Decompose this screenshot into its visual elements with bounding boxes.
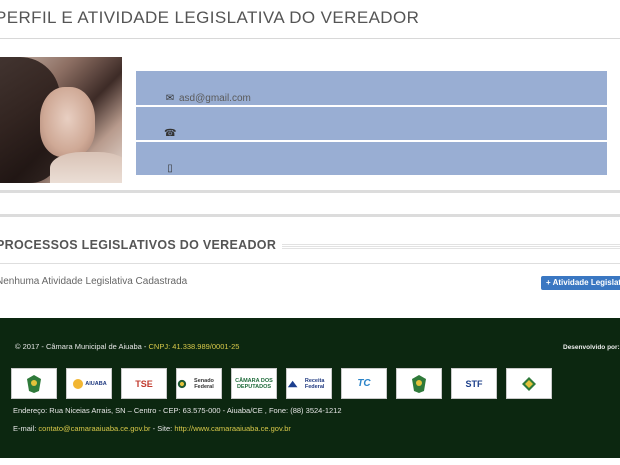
contact-info: ✉ asd@gmail.com ☎ ▯: [136, 71, 607, 177]
email-label: E-mail:: [13, 424, 39, 433]
section-divider: [0, 263, 620, 264]
phone-icon: ☎: [164, 128, 177, 139]
copyright-text: © 2017 - Câmara Municipal de Aiuaba -: [15, 342, 149, 351]
logo-2-text: AIUABA: [85, 380, 107, 387]
site-link[interactable]: http://www.camaraaiuaba.ce.gov.br: [174, 424, 291, 433]
contact-row-phone: ☎: [136, 107, 607, 140]
title-divider: [0, 38, 620, 39]
footer-address: Endereço: Rua Niceias Arrais, SN – Centr…: [13, 406, 342, 415]
logo-9-text: STF: [465, 378, 483, 389]
footer-contact: E-mail: contato@camaraaiuaba.ce.gov.br -…: [13, 424, 291, 433]
add-legislative-activity-button[interactable]: + Atividade Legislativa: [541, 276, 620, 290]
logo-3-text: TSE: [135, 378, 153, 389]
profile-divider-bottom: [0, 214, 620, 217]
mobile-icon: ▯: [167, 163, 173, 174]
partner-logos: AIUABA TSE Senado Federal CÂMARA DOS DEP…: [11, 368, 552, 399]
tse-logo[interactable]: TSE: [121, 368, 167, 399]
contact-email-link[interactable]: contato@camaraaiuaba.ce.gov.br: [38, 424, 150, 433]
developed-by: Desenvolvido por: J: [563, 344, 620, 351]
ce-coat-of-arms-logo[interactable]: [11, 368, 57, 399]
photo-shoulder: [50, 152, 122, 183]
aiuaba-prefeitura-logo[interactable]: AIUABA: [66, 368, 112, 399]
processes-section-title: PROCESSOS LEGISLATIVOS DO VEREADOR: [0, 238, 283, 252]
logo-5-text: CÂMARA DOS DEPUTADOS: [235, 377, 273, 390]
photo-face: [40, 87, 95, 157]
profile-divider-top: [0, 190, 620, 193]
site-footer: © 2017 - Câmara Municipal de Aiuaba - CN…: [0, 318, 620, 458]
cnpj-text: CNPJ: 41.338.989/0001-25: [148, 342, 240, 351]
developed-by-label: Desenvolvido por:: [563, 344, 620, 351]
logo-6-text: Receita Federal: [304, 377, 325, 390]
envelope-icon: ✉: [165, 93, 175, 104]
logo-4-text: Senado Federal: [194, 377, 214, 390]
tce-logo[interactable]: TC: [341, 368, 387, 399]
email-value: asd@gmail.com: [179, 93, 251, 104]
camara-deputados-logo[interactable]: CÂMARA DOS DEPUTADOS: [231, 368, 277, 399]
footer-copyright: © 2017 - Câmara Municipal de Aiuaba - CN…: [15, 342, 239, 351]
contact-row-mobile: ▯: [136, 142, 607, 175]
page-title: PERFIL E ATIVIDADE LEGISLATIVA DO VEREAD…: [0, 8, 420, 27]
ce-assembly-logo[interactable]: [396, 368, 442, 399]
tcm-logo[interactable]: [506, 368, 552, 399]
contact-row-email: ✉ asd@gmail.com: [136, 71, 607, 105]
senado-federal-logo[interactable]: Senado Federal: [176, 368, 222, 399]
logo-7-text: TC: [357, 377, 371, 389]
empty-activity-message: Nenhuma Atividade Legislativa Cadastrada: [0, 276, 188, 287]
site-label: - Site:: [150, 424, 175, 433]
stf-logo[interactable]: STF: [451, 368, 497, 399]
receita-federal-logo[interactable]: Receita Federal: [286, 368, 332, 399]
councilor-photo: [0, 57, 122, 183]
